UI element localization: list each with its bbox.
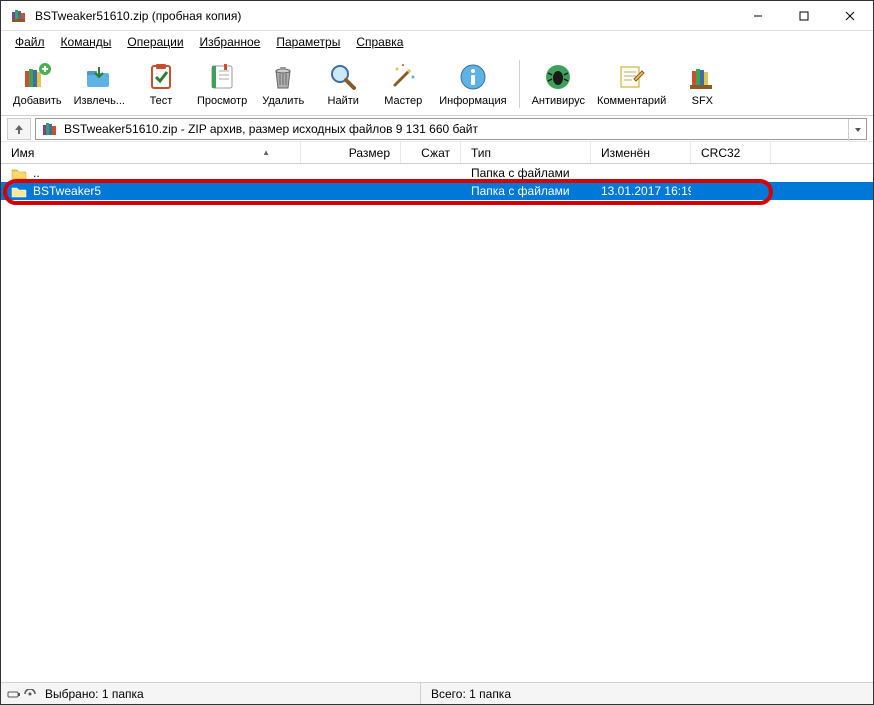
status-icons (7, 689, 37, 699)
toolbar-find[interactable]: Найти (313, 57, 373, 111)
bug-shield-icon (542, 61, 574, 93)
folder-extract-icon (83, 61, 115, 93)
address-dropdown-icon[interactable] (848, 119, 866, 141)
titlebar: BSTweaker51610.zip (пробная копия) (1, 1, 873, 31)
row-modified: 13.01.2017 16:19 (591, 184, 691, 198)
books-plus-icon (21, 61, 53, 93)
toolbar-sfx[interactable]: SFX (672, 57, 732, 111)
menu-favorites[interactable]: Избранное (192, 33, 269, 51)
info-icon (457, 61, 489, 93)
menu-commands[interactable]: Команды (53, 33, 120, 51)
column-headers: Имя▲ Размер Сжат Тип Изменён CRC32 (1, 142, 873, 164)
close-button[interactable] (827, 1, 873, 31)
row-type: Папка с файлами (461, 184, 591, 198)
toolbar-info[interactable]: Информация (433, 57, 512, 111)
toolbar-antivirus[interactable]: Антивирус (526, 57, 591, 111)
column-modified[interactable]: Изменён (591, 142, 691, 163)
file-rows[interactable]: .. Папка с файлами BSTweaker5 Папка с фа… (1, 164, 873, 682)
books-sfx-icon (686, 61, 718, 93)
toolbar-comment[interactable]: Комментарий (591, 57, 672, 111)
column-packed[interactable]: Сжат (401, 142, 461, 163)
folder-row-selected[interactable]: BSTweaker5 Папка с файлами 13.01.2017 16… (1, 182, 873, 200)
menubar: Файл Команды Операции Избранное Параметр… (1, 31, 873, 53)
minimize-button[interactable] (735, 1, 781, 31)
row-name: .. (33, 166, 40, 180)
status-left: Выбрано: 1 папка (1, 683, 421, 704)
status-right: Всего: 1 папка (421, 687, 873, 701)
toolbar-wizard[interactable]: Мастер (373, 57, 433, 111)
search-icon (327, 61, 359, 93)
app-icon (11, 8, 27, 24)
app-window: BSTweaker51610.zip (пробная копия) Файл … (0, 0, 874, 705)
menu-operations[interactable]: Операции (119, 33, 191, 51)
address-text: BSTweaker51610.zip - ZIP архив, размер и… (64, 122, 478, 136)
column-size[interactable]: Размер (301, 142, 401, 163)
wand-icon (387, 61, 419, 93)
toolbar-delete[interactable]: Удалить (253, 57, 313, 111)
addressbar: BSTweaker51610.zip - ZIP архив, размер и… (1, 116, 873, 142)
file-list: Имя▲ Размер Сжат Тип Изменён CRC32 .. Па… (1, 142, 873, 682)
folder-icon (11, 185, 27, 198)
parent-folder-row[interactable]: .. Папка с файлами (1, 164, 873, 182)
column-crc[interactable]: CRC32 (691, 142, 771, 163)
toolbar-extract[interactable]: Извлечь... (68, 57, 131, 111)
menu-help[interactable]: Справка (348, 33, 411, 51)
folder-icon (11, 167, 27, 180)
toolbar-add[interactable]: Добавить (7, 57, 68, 111)
statusbar: Выбрано: 1 папка Всего: 1 папка (1, 682, 873, 704)
row-name: BSTweaker5 (33, 184, 101, 198)
up-button[interactable] (7, 118, 31, 140)
archive-icon (42, 121, 58, 137)
notebook-icon (206, 61, 238, 93)
toolbar: Добавить Извлечь... Тест (1, 53, 873, 116)
toolbar-separator (519, 60, 520, 108)
column-type[interactable]: Тип (461, 142, 591, 163)
menu-file[interactable]: Файл (7, 33, 53, 51)
sort-asc-icon: ▲ (262, 148, 270, 157)
window-title: BSTweaker51610.zip (пробная копия) (35, 9, 735, 23)
menu-options[interactable]: Параметры (268, 33, 348, 51)
note-edit-icon (616, 61, 648, 93)
toolbar-view[interactable]: Просмотр (191, 57, 253, 111)
maximize-button[interactable] (781, 1, 827, 31)
clipboard-check-icon (145, 61, 177, 93)
status-total-text: Всего: 1 папка (431, 687, 511, 701)
column-name[interactable]: Имя▲ (1, 142, 301, 163)
status-selected-text: Выбрано: 1 папка (45, 687, 144, 701)
address-input[interactable]: BSTweaker51610.zip - ZIP архив, размер и… (35, 118, 867, 140)
toolbar-test[interactable]: Тест (131, 57, 191, 111)
trash-icon (267, 61, 299, 93)
row-type: Папка с файлами (461, 166, 591, 180)
